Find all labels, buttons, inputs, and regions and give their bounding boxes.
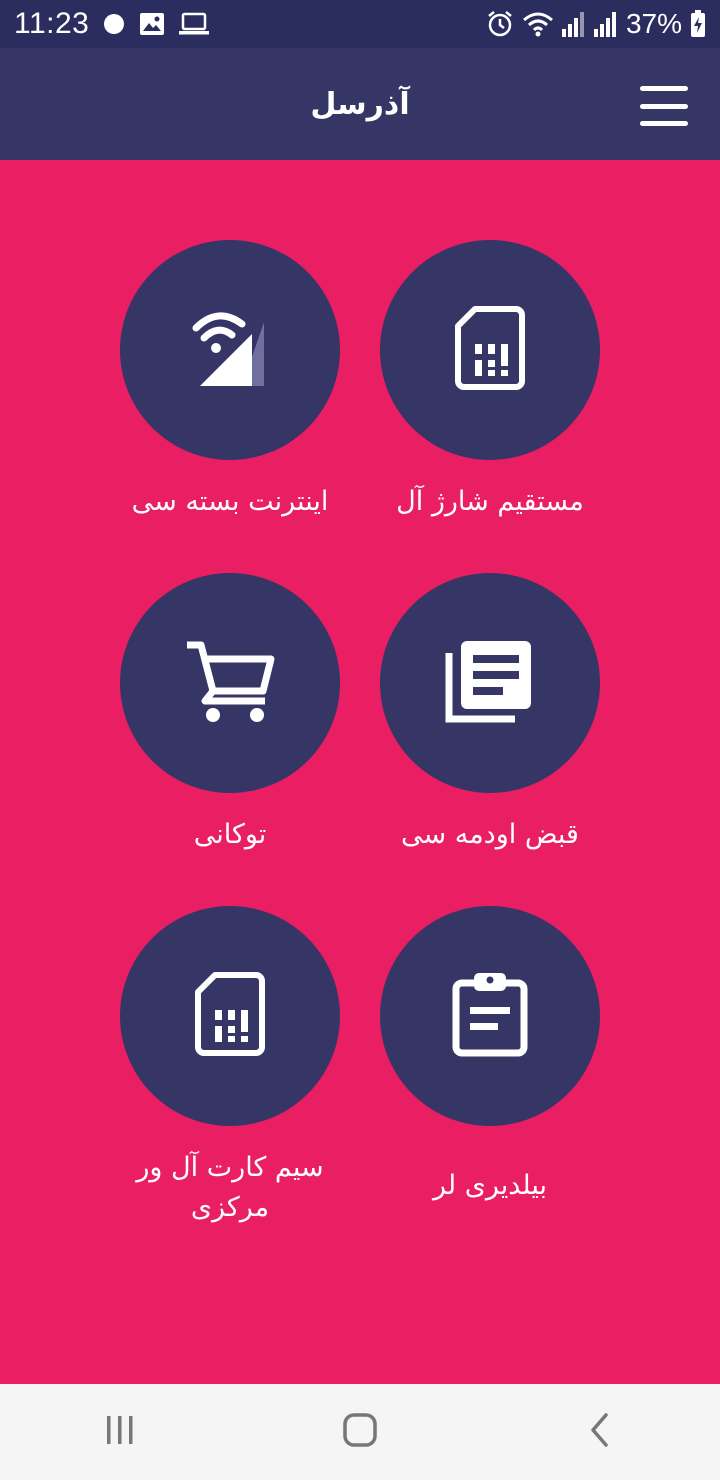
tile-bill-payment[interactable]: قبض اودمه سی: [360, 573, 620, 855]
clipboard-icon: [452, 971, 528, 1061]
services-grid: مستقیم شارژ آل اینترنت بسته سی قبض اودمه…: [0, 160, 720, 1384]
hamburger-menu-icon: [640, 86, 688, 91]
tile-circle: [120, 573, 340, 793]
status-right: 37%: [486, 8, 706, 40]
tile-direct-charge[interactable]: مستقیم شارژ آل: [360, 240, 620, 522]
tile-sim-card-center[interactable]: سیم کارت آل ور مرکزی: [100, 906, 360, 1228]
tile-shop[interactable]: توکانی: [100, 573, 360, 855]
image-icon: [139, 12, 165, 36]
signal-icon: [593, 11, 618, 37]
tile-label: توکانی: [193, 819, 267, 850]
tile-label: بیلدیری لر: [432, 1170, 548, 1201]
battery-charging-icon: [690, 10, 706, 38]
signal-icon: [561, 11, 586, 37]
tile-internet-package[interactable]: اینترنت بسته سی: [100, 240, 360, 522]
back-icon: [588, 1412, 612, 1452]
tile-label: قبض اودمه سی: [401, 819, 579, 850]
tile-circle: [380, 906, 600, 1126]
nav-bar: [0, 1384, 720, 1480]
back-button[interactable]: [560, 1402, 640, 1462]
tile-label: مستقیم شارژ آل: [396, 486, 584, 517]
shopping-cart-icon: [185, 639, 275, 727]
alarm-icon: [486, 10, 514, 38]
tile-label: اینترنت بسته سی: [131, 486, 329, 517]
tile-notifications[interactable]: بیلدیری لر: [360, 906, 620, 1206]
status-left: 11:23: [14, 7, 210, 41]
newspaper-icon: [445, 639, 535, 727]
battery-percent: 37%: [625, 8, 682, 39]
home-icon: [342, 1412, 378, 1452]
recent-apps-icon: [104, 1414, 136, 1450]
tile-circle: [380, 573, 600, 793]
notification-dot-icon: [103, 13, 125, 35]
status-time: 11:23: [14, 7, 90, 40]
tile-circle: [120, 906, 340, 1126]
tile-label: سیم کارت آل ور مرکزی: [136, 1152, 324, 1223]
wifi-icon: [522, 11, 554, 37]
recent-apps-button[interactable]: [80, 1402, 160, 1462]
home-button[interactable]: [320, 1402, 400, 1462]
tile-circle: [120, 240, 340, 460]
sim-card-icon: [455, 306, 525, 394]
laptop-icon: [179, 12, 210, 36]
menu-button[interactable]: [640, 86, 692, 126]
wifi-signal-icon: [190, 308, 270, 392]
status-bar: 11:23 37%: [0, 0, 720, 48]
app-bar: آذرسل: [0, 48, 720, 160]
app-title: آذرسل: [310, 86, 410, 122]
sim-card-icon: [195, 972, 265, 1060]
tile-circle: [380, 240, 600, 460]
